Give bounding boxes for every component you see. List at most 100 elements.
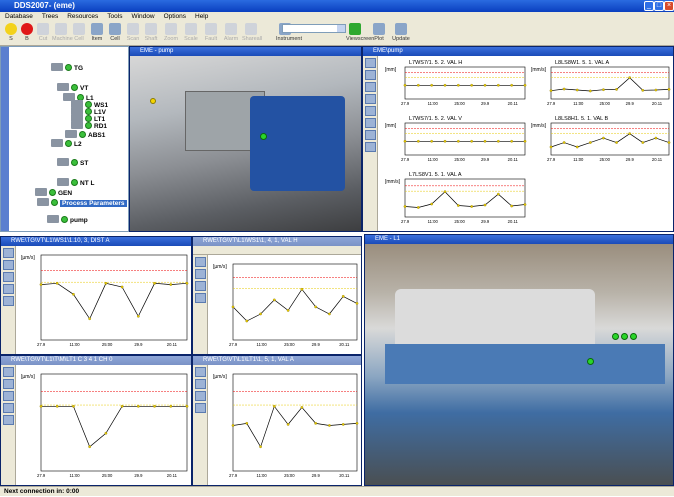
y-axis-label: [mm/s] — [385, 179, 401, 185]
pump-charts-panel[interactable]: EME\pump [mm] L7WS7/1. 5. 2. VAL H 27.9 11:… — [362, 46, 674, 232]
tool-icon[interactable] — [3, 379, 14, 389]
chart-plot[interactable]: [µm/s] 27.9 11:00 25:00 29.9 20.11 — [19, 247, 191, 354]
tree-item-rd1[interactable]: RD1 — [71, 121, 107, 130]
tree-item-tg[interactable]: TG — [51, 63, 83, 72]
chart-panel-1[interactable]: RWE\TG\VT\L1\WS1\1.10, 3, DIST A [µm/s] 2… — [0, 236, 192, 355]
tool-icon[interactable] — [3, 415, 14, 425]
tree-item-l2[interactable]: L2 — [51, 139, 82, 148]
tool-icon[interactable] — [365, 58, 376, 68]
minimize-button[interactable]: _ — [644, 1, 654, 11]
share-button[interactable]: Shareall — [242, 23, 262, 42]
status-led[interactable] — [150, 98, 156, 104]
update-button[interactable]: Update — [392, 23, 410, 42]
menu-item-window[interactable]: Window — [131, 13, 154, 20]
chart-plot[interactable]: [mm] L7WS7/1. 5. 2. VAL H 27.9 11:00 25:00 29… — [383, 57, 529, 113]
tool-icon[interactable] — [365, 130, 376, 140]
shaft-button[interactable]: Shaft — [142, 23, 160, 42]
item-button[interactable]: Item — [88, 23, 106, 42]
tool-icon[interactable] — [195, 293, 206, 303]
menu-item-help[interactable]: Help — [195, 13, 208, 20]
tool-icon[interactable] — [195, 269, 206, 279]
plot-button[interactable]: Plot — [370, 23, 388, 42]
scale-button[interactable]: Scale — [182, 23, 200, 42]
status-led[interactable] — [630, 333, 637, 340]
chart-plot[interactable]: [µm/s] 27.9 11:00 25:00 29.9 20.11 — [19, 366, 191, 485]
tool-icon[interactable] — [3, 248, 14, 258]
tool-icon[interactable] — [195, 379, 206, 389]
chart-plot[interactable]: [mm/s] L7LS8V1. 5. 1. VAL A 27.9 11:00 25:00… — [383, 169, 529, 231]
chart-panel-3[interactable]: RWE\TG\VT\L1\T\M\LT1 C 3 4 1 CH 0 [µm/s]… — [0, 355, 192, 486]
tool-icon[interactable] — [365, 70, 376, 80]
machine-button[interactable]: Machine — [52, 23, 73, 42]
tool-icon[interactable] — [365, 106, 376, 116]
tree-item-pump[interactable]: pump — [47, 215, 88, 224]
l1-photo-panel[interactable]: EME - L1 — [364, 234, 674, 486]
tool-icon[interactable] — [365, 118, 376, 128]
tool-icon[interactable] — [195, 403, 206, 413]
data-point — [456, 204, 460, 207]
tool-icon[interactable] — [3, 284, 14, 294]
fault-button[interactable]: Fault — [202, 23, 220, 42]
tool-icon[interactable] — [195, 257, 206, 267]
status-led[interactable] — [621, 333, 628, 340]
cell-icon — [73, 23, 85, 35]
tool-icon[interactable] — [195, 281, 206, 291]
menu-item-resources[interactable]: Resources — [67, 13, 98, 20]
tree-item-process-parameters[interactable]: Process Parameters — [37, 198, 127, 207]
tool-icon[interactable] — [365, 142, 376, 152]
maximize-button[interactable]: □ — [654, 1, 664, 11]
chart-panel-4[interactable]: RWE\TG\VT\L1\LT1\1, 5, 1, VAL A [µm/s] 27… — [192, 355, 362, 486]
tree-item-vt[interactable]: VT — [57, 83, 88, 92]
tool-icon[interactable] — [365, 94, 376, 104]
y-axis-label: [mm] — [385, 123, 397, 129]
menu-item-database[interactable]: Database — [5, 13, 33, 20]
pump-photo-panel[interactable]: EME - pump — [129, 46, 362, 232]
tool-icon[interactable] — [3, 391, 14, 401]
chart-plot[interactable]: [µm/s] 27.9 11:00 25:00 29.9 20.11 — [211, 366, 361, 485]
chart-panel-2[interactable]: RWE\TG\VT\L1\WS1\1, 4, 1, VAL H [µm/s] 27… — [192, 236, 362, 355]
tool-icon[interactable] — [3, 403, 14, 413]
instrument-combo[interactable] — [282, 24, 346, 33]
tree-item-st[interactable]: ST — [57, 158, 88, 167]
toolbar-label: Zoom — [163, 36, 179, 42]
chart-plot[interactable]: [mm/s] L8LS8H1. 5. 1. VAL B 27.9 11:00 25:00… — [529, 113, 673, 169]
tool-icon[interactable] — [3, 272, 14, 282]
status-led[interactable] — [260, 133, 267, 140]
tool-icon[interactable] — [3, 260, 14, 270]
tool-icon[interactable] — [195, 367, 206, 377]
x-tick-label: 20.11 — [167, 473, 178, 478]
y-axis-label: [µm/s] — [213, 264, 227, 270]
equipment-icon — [57, 158, 69, 166]
chart-plot[interactable]: [µm/s] 27.9 11:00 25:00 29.9 20.11 — [211, 256, 361, 354]
tree-item-abs1[interactable]: ABS1 — [65, 130, 105, 139]
chart-title: L7WS7/1. 5. 2. VAL H — [409, 60, 462, 66]
plot-frame — [404, 178, 526, 218]
status-led[interactable] — [587, 358, 594, 365]
toolbar-label: Fault — [204, 36, 218, 42]
close-button[interactable]: × — [664, 1, 674, 11]
status-led[interactable] — [612, 333, 619, 340]
cell-button[interactable]: Cell — [106, 23, 124, 42]
menu-item-options[interactable]: Options — [164, 13, 186, 20]
check-button[interactable]: Viewscreen — [346, 23, 374, 42]
tool-icon[interactable] — [365, 82, 376, 92]
menu-item-tools[interactable]: Tools — [107, 13, 122, 20]
tree-side-tab[interactable] — [1, 47, 9, 231]
toolbar-label: Instrument — [276, 36, 302, 42]
chart-plot[interactable]: [mm] L7WS7/1. 5. 2. VAL V 27.9 11:00 25:00 29… — [383, 113, 529, 169]
chart-plot[interactable]: [mm/s] L8LS8W1. 5. 1. VAL A 27.9 11:00 25:00… — [529, 57, 673, 113]
zoom-button[interactable]: Zoom — [162, 23, 180, 42]
cell-button[interactable]: Cell — [70, 23, 88, 42]
tool-icon[interactable] — [3, 367, 14, 377]
chevron-down-icon[interactable] — [337, 25, 345, 32]
alarm-button[interactable]: Alarm — [222, 23, 240, 42]
tool-icon[interactable] — [195, 391, 206, 401]
cut-button[interactable]: Cut — [34, 23, 52, 42]
tree-item-gen[interactable]: GEN — [35, 188, 72, 197]
x-tick-label: 27.9 — [37, 342, 46, 347]
tool-icon[interactable] — [3, 296, 14, 306]
data-point — [39, 283, 43, 286]
menu-item-trees[interactable]: Trees — [42, 13, 58, 20]
tree-item-nt-l[interactable]: NT L — [57, 178, 94, 187]
scan-button[interactable]: Scan — [124, 23, 142, 42]
